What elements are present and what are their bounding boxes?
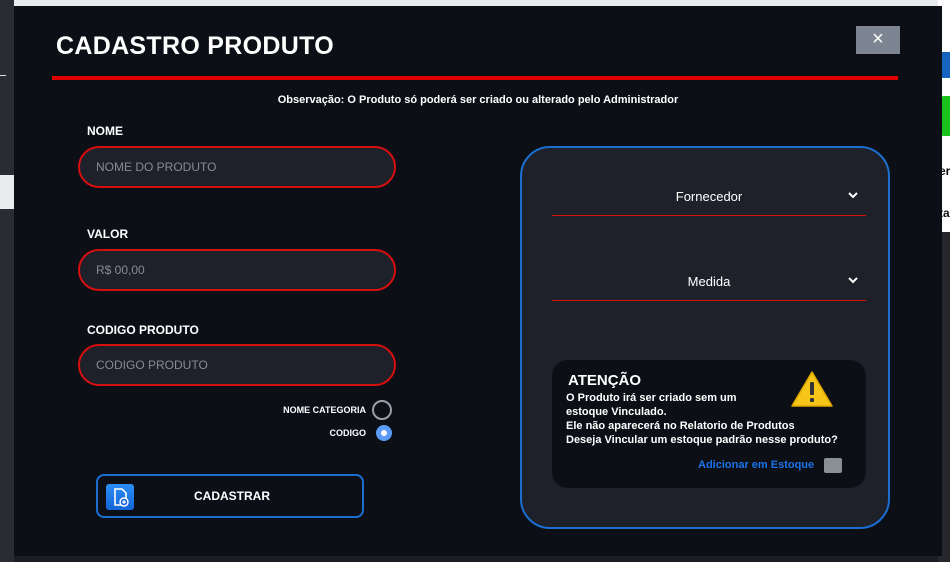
adicionar-estoque-link[interactable]: Adicionar em Estoque <box>698 459 814 471</box>
close-button[interactable]: × <box>856 26 900 54</box>
radio-option-nome-categoria[interactable]: NOME CATEGORIA <box>283 400 392 420</box>
warning-line: Deseja Vincular um estoque padrão nesse … <box>566 434 838 446</box>
cadastrar-label: CADASTRAR <box>194 489 270 503</box>
nome-field <box>78 146 396 188</box>
medida-value: Medida <box>687 274 731 289</box>
codigo-label: CODIGO PRODUTO <box>87 323 199 337</box>
fornecedor-select[interactable]: Fornecedor <box>552 180 866 216</box>
stock-panel: Fornecedor Medida ATENÇÃO O Produto irá … <box>520 146 890 529</box>
radio-nome-categoria[interactable] <box>372 400 392 420</box>
warning-title: ATENÇÃO <box>568 372 642 389</box>
radio-option-codigo[interactable]: CODIGO <box>329 425 392 441</box>
valor-field <box>78 249 396 291</box>
valor-label: VALOR <box>87 227 129 241</box>
medida-select[interactable]: Medida <box>552 265 866 301</box>
nome-input[interactable] <box>80 148 394 186</box>
radio-label-nome-categoria: NOME CATEGORIA <box>283 405 366 415</box>
radio-label-codigo: CODIGO <box>329 428 366 438</box>
codigo-input[interactable] <box>80 346 394 384</box>
fornecedor-value: Fornecedor <box>675 189 743 204</box>
background-left-strip <box>0 0 14 562</box>
radio-codigo[interactable] <box>376 425 392 441</box>
background-white-block <box>0 175 14 209</box>
product-modal: CADASTRO PRODUTO × Observação: O Produto… <box>14 6 942 556</box>
warning-line: Ele não aparecerá no Relatorio de Produt… <box>566 420 795 432</box>
warning-box: ATENÇÃO O Produto irá ser criado sem um … <box>552 360 866 488</box>
chevron-down-icon <box>848 192 858 199</box>
title-divider <box>52 76 898 80</box>
codigo-field <box>78 344 396 386</box>
warning-icon <box>791 371 833 407</box>
cadastrar-button[interactable]: CADASTRAR <box>96 474 364 518</box>
background-line <box>0 75 6 76</box>
nome-label: NOME <box>87 124 123 138</box>
admin-note: Observação: O Produto só poderá ser cria… <box>277 94 679 106</box>
chevron-down-icon <box>848 277 858 284</box>
modal-title: CADASTRO PRODUTO <box>56 32 334 60</box>
adicionar-estoque-checkbox[interactable] <box>824 458 842 473</box>
valor-input[interactable] <box>80 251 394 289</box>
